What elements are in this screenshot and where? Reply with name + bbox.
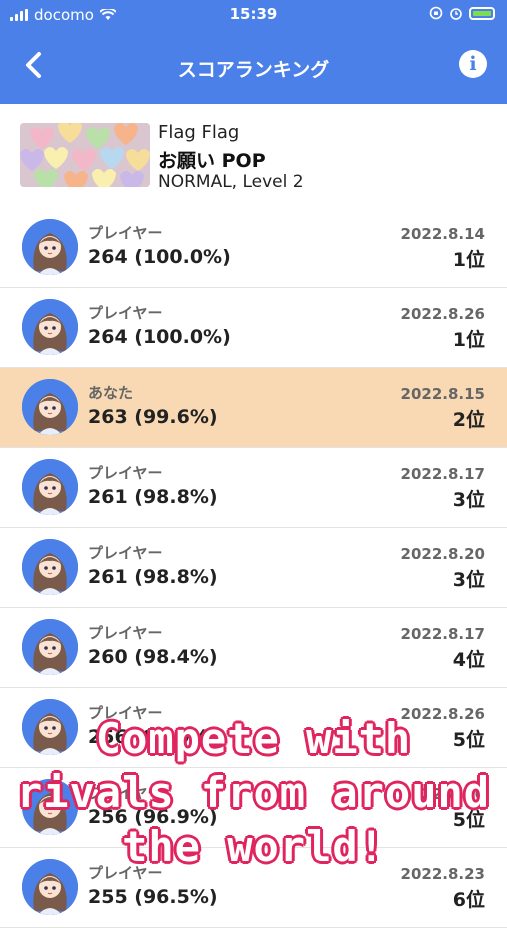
- player-rank: 3位: [452, 489, 485, 511]
- score-date: 2022.8.20: [400, 545, 485, 563]
- score-date: 2022.8.17: [400, 465, 485, 483]
- status-icons: [429, 6, 495, 20]
- player-rank: 3位: [452, 569, 485, 591]
- avatar-character-image: [22, 379, 78, 435]
- ranking-row[interactable]: プレイヤー 264 (100.0%) 2022.8.26 1位: [0, 288, 507, 368]
- info-button[interactable]: i: [459, 50, 487, 78]
- score-date: 2022.8.26: [400, 305, 485, 323]
- player-score: 263 (99.6%): [88, 406, 218, 428]
- rotation-lock-icon: [429, 6, 443, 20]
- player-avatar: [22, 299, 78, 355]
- song-thumbnail: [20, 123, 150, 187]
- player-rank: 4位: [452, 649, 485, 671]
- score-date: 2022.8.17: [400, 625, 485, 643]
- ranking-row[interactable]: あなた 263 (99.6%) 2022.8.15 2位: [0, 368, 507, 448]
- ranking-row[interactable]: プレイヤー 264 (100.0%) 2022.8.14 1位: [0, 208, 507, 288]
- player-name: プレイヤー: [88, 224, 163, 242]
- player-avatar: [22, 219, 78, 275]
- song-title: お願い POP: [158, 150, 266, 172]
- ranking-row[interactable]: プレイヤー 261 (98.8%) 2022.8.20 3位: [0, 528, 507, 608]
- player-score: 264 (100.0%): [88, 326, 231, 348]
- song-artist: Flag Flag: [158, 122, 240, 143]
- player-rank: 6位: [452, 889, 485, 911]
- player-name: プレイヤー: [88, 304, 163, 322]
- score-date: 2022.8.15: [400, 385, 485, 403]
- avatar-character-image: [22, 299, 78, 355]
- avatar-character-image: [22, 619, 78, 675]
- battery-icon: [469, 6, 495, 20]
- player-score: 261 (98.8%): [88, 486, 218, 508]
- player-avatar: [22, 539, 78, 595]
- promo-line: Compete with: [95, 714, 412, 763]
- promo-line: the world!: [122, 822, 385, 871]
- page-title: スコアランキング: [177, 59, 330, 81]
- avatar-character-image: [22, 539, 78, 595]
- candy-hearts-image: [20, 123, 150, 187]
- player-score: 264 (100.0%): [88, 246, 231, 268]
- player-name: プレイヤー: [88, 624, 163, 642]
- player-rank: 1位: [452, 249, 485, 271]
- ranking-row[interactable]: プレイヤー 260 (98.4%) 2022.8.17 4位: [0, 608, 507, 688]
- player-score: 255 (96.5%): [88, 886, 218, 908]
- app-header: docomo 15:39 スコアランキング i: [0, 0, 507, 104]
- alarm-icon: [450, 8, 462, 20]
- player-name: プレイヤー: [88, 464, 163, 482]
- song-difficulty: NORMAL, Level 2: [158, 172, 304, 192]
- player-name: あなた: [88, 384, 134, 402]
- song-info: Flag Flag お願い POP NORMAL, Level 2: [20, 112, 487, 209]
- player-avatar: [22, 459, 78, 515]
- player-name: プレイヤー: [88, 544, 163, 562]
- status-bar: docomo 15:39: [0, 0, 507, 30]
- player-score: 260 (98.4%): [88, 646, 218, 668]
- promo-banner: Compete with rivals from around the worl…: [0, 712, 507, 874]
- avatar-character-image: [22, 219, 78, 275]
- player-rank: 2位: [452, 409, 485, 431]
- player-score: 261 (98.8%): [88, 566, 218, 588]
- avatar-character-image: [22, 459, 78, 515]
- score-date: 2022.8.14: [400, 225, 485, 243]
- promo-line: rivals from around: [16, 768, 491, 817]
- player-rank: 1位: [452, 329, 485, 351]
- player-avatar: [22, 619, 78, 675]
- ranking-row[interactable]: プレイヤー 261 (98.8%) 2022.8.17 3位: [0, 448, 507, 528]
- player-avatar: [22, 379, 78, 435]
